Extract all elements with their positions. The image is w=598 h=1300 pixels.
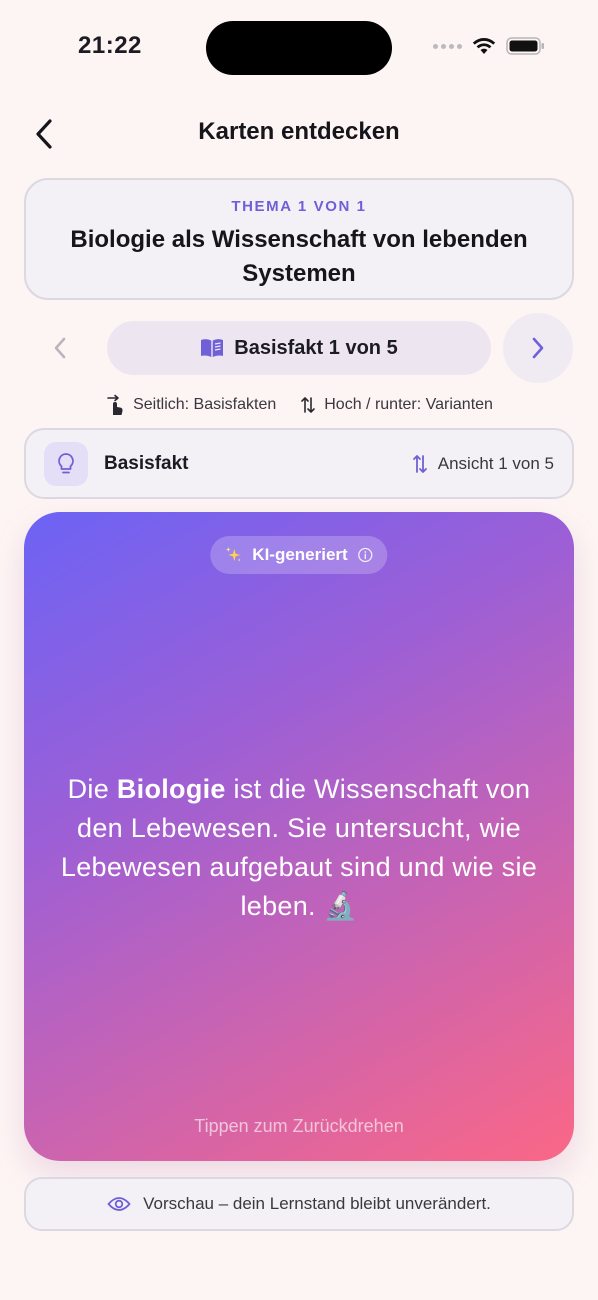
preview-text: Vorschau – dein Lernstand bleibt unverän… xyxy=(143,1194,491,1213)
gesture-hints: Seitlich: Basisfakten Hoch / runter: Var… xyxy=(0,394,598,416)
previous-fact-button[interactable] xyxy=(44,332,76,364)
fact-text: Die Biologie ist die Wissenschaft von de… xyxy=(60,774,538,921)
lightbulb-icon xyxy=(58,452,74,473)
sparkles-icon xyxy=(225,547,241,562)
view-type-badge xyxy=(44,441,88,486)
fact-keyword: Biologie xyxy=(116,774,226,804)
ai-generated-badge[interactable]: KI-generiert xyxy=(210,536,388,574)
ai-badge-label: KI-generiert xyxy=(252,545,348,564)
variant-counter[interactable]: Ansicht 1 von 5 xyxy=(412,454,554,474)
fact-card[interactable]: KI-generiert Die Biologie ist die Wissen… xyxy=(24,512,574,1161)
chevron-left-icon xyxy=(54,337,66,359)
topic-title: Biologie als Wissenschaft von lebenden S… xyxy=(70,226,528,287)
eye-icon xyxy=(107,1197,131,1211)
variant-counter-label: Ansicht 1 von 5 xyxy=(437,453,554,473)
open-book-icon xyxy=(201,339,224,357)
fact-selector[interactable]: Basisfakt 1 von 5 xyxy=(107,321,491,375)
hint-sideways: Seitlich: Basisfakten xyxy=(105,394,276,416)
flip-hint: Tippen zum Zurückdrehen xyxy=(194,1116,404,1136)
status-time: 21:22 xyxy=(78,32,142,59)
topic-card: THEMA 1 VON 1 Biologie als Wissenschaft … xyxy=(24,178,574,300)
view-bar: Basisfakt Ansicht 1 von 5 xyxy=(24,428,574,499)
info-icon xyxy=(358,547,373,563)
wifi-icon xyxy=(472,38,496,54)
hint-updown-label: Hoch / runter: Varianten xyxy=(324,396,493,413)
up-down-arrows-icon xyxy=(301,397,316,413)
dynamic-island xyxy=(206,21,392,75)
next-fact-button[interactable] xyxy=(503,313,573,383)
preview-notice: Vorschau – dein Lernstand bleibt unverän… xyxy=(24,1177,574,1231)
topic-counter: THEMA 1 VON 1 xyxy=(231,198,367,215)
app-screen: 21:22 Karten entdecken THEMA 1 VON 1 Bio… xyxy=(0,0,598,1300)
hint-updown: Hoch / runter: Varianten xyxy=(300,394,493,416)
page-title: Karten entdecken xyxy=(198,118,400,145)
view-type-label: Basisfakt xyxy=(104,452,189,474)
status-icons xyxy=(433,36,546,56)
cellular-signal-icon xyxy=(433,43,462,49)
hint-sideways-label: Seitlich: Basisfakten xyxy=(133,396,277,413)
fact-counter: Basisfakt 1 von 5 xyxy=(234,336,398,359)
battery-icon xyxy=(506,37,544,55)
up-down-arrows-icon xyxy=(412,454,427,473)
chevron-right-icon xyxy=(532,337,544,359)
swipe-hand-icon xyxy=(107,394,123,415)
